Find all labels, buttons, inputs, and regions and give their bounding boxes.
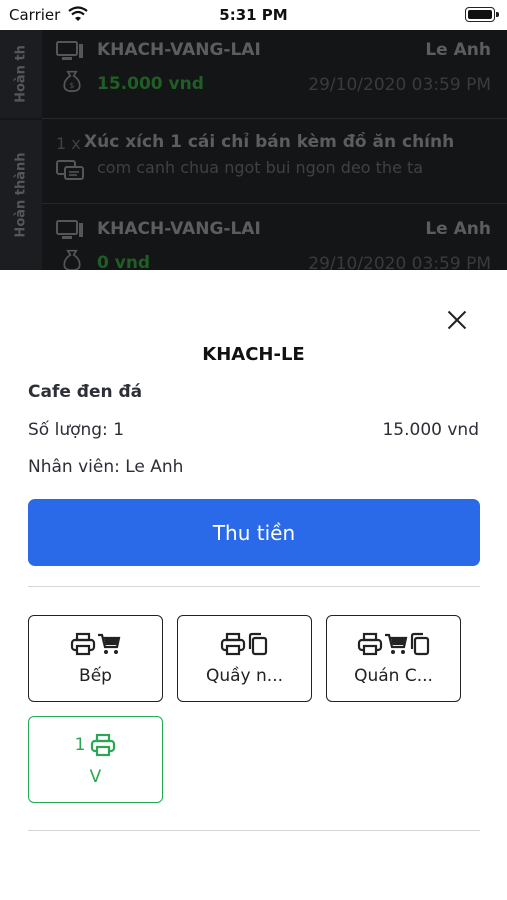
cart-icon (98, 633, 121, 654)
order-amount: 0 vnd (97, 253, 151, 270)
quantity-label: Số lượng: 1 (28, 420, 125, 440)
divider (42, 203, 507, 204)
item-name: Xúc xích 1 cái chỉ bán kèm đồ ăn chính (84, 132, 455, 152)
status-tag: Hoàn thành (0, 120, 42, 270)
order-datetime: 29/10/2020 03:59 PM (308, 254, 491, 270)
copy-icon (248, 632, 268, 656)
printer-button-kitchen[interactable]: Bếp (28, 615, 163, 702)
money-bag-icon: $ (63, 70, 81, 92)
divider (28, 830, 480, 831)
copy-icon (410, 632, 429, 656)
staff-label: Nhân viên: Le Anh (28, 457, 184, 477)
status-tag: Hoàn th (0, 30, 42, 118)
cart-icon (384, 633, 407, 654)
divider (42, 118, 507, 119)
collect-payment-button[interactable]: Thu tiền (28, 499, 480, 566)
pos-terminal-icon (56, 220, 83, 239)
price-label: 15.000 vnd (382, 420, 479, 440)
printer-icon (91, 733, 116, 757)
divider (28, 586, 480, 587)
printer-button-counter[interactable]: Quầy n... (177, 615, 312, 702)
print-count: 1 (74, 735, 86, 755)
battery-icon (465, 7, 499, 22)
printer-label: Quầy n... (205, 666, 284, 686)
item-quantity: 1 x (56, 134, 81, 153)
item-note: com canh chua ngot bui ngon deo the ta (97, 158, 424, 177)
pos-terminal-icon (56, 41, 83, 60)
clock: 5:31 PM (219, 6, 288, 24)
money-bag-icon (63, 249, 81, 270)
printer-label: Bếp (79, 666, 112, 686)
order-customer: KHACH-VANG-LAI (97, 219, 261, 239)
order-staff: Le Anh (425, 219, 491, 239)
printer-icon (220, 632, 246, 656)
printer-label: Quán C... (354, 666, 433, 686)
chat-note-icon (56, 160, 84, 180)
order-customer: KHACH-VANG-LAI (97, 40, 261, 60)
status-bar: Carrier 5:31 PM (0, 0, 507, 30)
product-name: Cafe đen đá (28, 382, 143, 402)
order-detail-sheet: KHACH-LE Cafe đen đá Số lượng: 1 15.000 … (0, 270, 507, 900)
printer-label: V (89, 767, 102, 787)
order-staff: Le Anh (425, 40, 491, 60)
order-datetime: 29/10/2020 03:59 PM (308, 75, 491, 95)
printer-icon (70, 632, 96, 656)
printer-button-selected[interactable]: 1 V (28, 716, 163, 803)
customer-title: KHACH-LE (202, 344, 305, 365)
close-button[interactable] (442, 305, 472, 335)
order-amount: 15.000 vnd (97, 74, 204, 94)
printer-icon (357, 632, 382, 656)
svg-text:$: $ (69, 81, 74, 90)
printer-button-shop[interactable]: Quán C... (326, 615, 461, 702)
order-list-background: Hoàn th KHACH-VANG-LAI Le Anh $ 15.000 v… (0, 0, 507, 270)
